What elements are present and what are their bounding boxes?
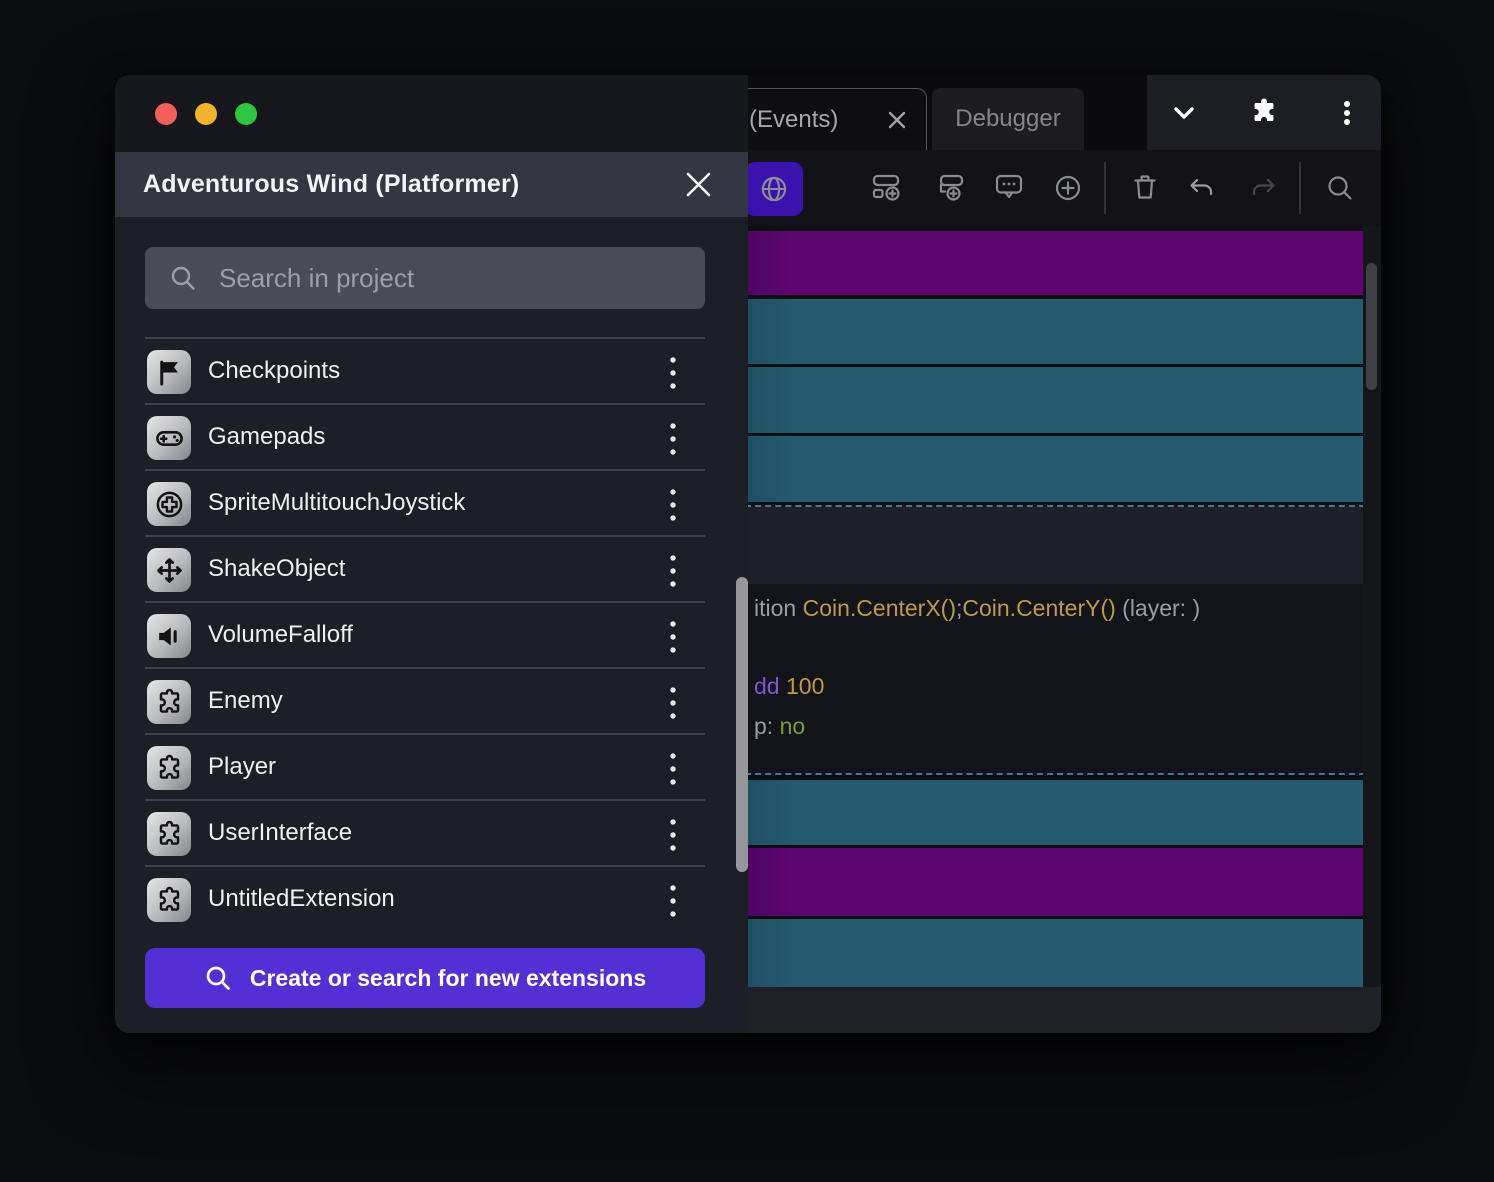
search-input[interactable]: Search in project	[145, 247, 705, 309]
project-item-shakeobject[interactable]: ShakeObject	[145, 535, 705, 601]
events-scrollbar[interactable]	[1363, 226, 1381, 987]
tab-debugger[interactable]: Debugger	[932, 88, 1084, 150]
project-item-label: ShakeObject	[208, 555, 345, 583]
add-other-button[interactable]	[1051, 171, 1085, 205]
add-event-button[interactable]	[869, 171, 903, 205]
desktop-backdrop: (Events) Debugger	[0, 0, 1494, 1182]
project-item-label: Gamepads	[208, 423, 325, 451]
window-actions	[1147, 75, 1381, 150]
event-conditions-area[interactable]	[737, 507, 1363, 584]
project-item-gamepads[interactable]: Gamepads	[145, 403, 705, 469]
close-window-button[interactable]	[155, 103, 177, 125]
joystick-icon	[147, 482, 191, 526]
project-item-label: Player	[208, 753, 276, 781]
puzzle-icon	[147, 680, 191, 724]
project-item-player[interactable]: Player	[145, 733, 705, 799]
event-code-line: ition Coin.CenterX();Coin.CenterY() (lay…	[754, 595, 1200, 622]
search-placeholder: Search in project	[219, 263, 414, 294]
event-row-purple[interactable]	[735, 848, 1363, 916]
minimize-window-button[interactable]	[195, 103, 217, 125]
events-sheet-footer	[675, 987, 1381, 1033]
move-arrows-icon	[147, 548, 191, 592]
event-row-teal[interactable]	[735, 299, 1363, 364]
create-extension-label: Create or search for new extensions	[250, 965, 646, 992]
tab-debugger-label: Debugger	[955, 105, 1060, 133]
redo-button[interactable]	[1245, 171, 1279, 205]
event-row-selected[interactable]: ition Coin.CenterX();Coin.CenterY() (lay…	[735, 505, 1365, 775]
panel-header: Adventurous Wind (Platformer)	[115, 152, 748, 217]
item-menu-kebab-icon[interactable]	[663, 816, 683, 854]
toolbar-divider	[1104, 162, 1106, 214]
project-item-label: UserInterface	[208, 819, 352, 847]
puzzle-icon[interactable]	[1247, 96, 1281, 130]
project-items-list: Checkpoints Gamepads SpriteMultitouchJoyst…	[145, 337, 705, 931]
puzzle-icon	[147, 746, 191, 790]
add-comment-button[interactable]	[992, 171, 1026, 205]
gamepad-icon	[147, 416, 191, 460]
item-menu-kebab-icon[interactable]	[663, 882, 683, 920]
puzzle-icon	[147, 812, 191, 856]
tab-events-label: (Events)	[749, 106, 838, 134]
event-row-purple[interactable]	[735, 231, 1363, 295]
undo-button[interactable]	[1186, 171, 1220, 205]
event-row-teal[interactable]	[735, 919, 1363, 987]
item-menu-kebab-icon[interactable]	[663, 750, 683, 788]
delete-button[interactable]	[1128, 171, 1162, 205]
project-item-checkpoints[interactable]: Checkpoints	[145, 337, 705, 403]
item-menu-kebab-icon[interactable]	[663, 354, 683, 392]
toolbar-divider	[1299, 162, 1301, 214]
event-row-teal[interactable]	[735, 780, 1363, 845]
item-menu-kebab-icon[interactable]	[663, 486, 683, 524]
project-item-label: Checkpoints	[208, 357, 340, 385]
add-subevent-button[interactable]	[933, 171, 967, 205]
flag-icon	[147, 350, 191, 394]
tab-close-icon[interactable]	[884, 107, 910, 133]
item-menu-kebab-icon[interactable]	[663, 684, 683, 722]
item-menu-kebab-icon[interactable]	[663, 552, 683, 590]
project-item-volumefalloff[interactable]: VolumeFalloff	[145, 601, 705, 667]
event-row-teal[interactable]	[735, 436, 1363, 502]
project-item-userinterface[interactable]: UserInterface	[145, 799, 705, 865]
event-row-teal[interactable]	[735, 367, 1363, 433]
panel-title: Adventurous Wind (Platformer)	[143, 170, 519, 199]
item-menu-kebab-icon[interactable]	[663, 618, 683, 656]
project-item-label: Enemy	[208, 687, 283, 715]
speaker-icon	[147, 614, 191, 658]
search-button[interactable]	[1323, 171, 1357, 205]
project-item-label: UntitledExtension	[208, 885, 395, 913]
events-scrollbar-thumb[interactable]	[1366, 263, 1377, 390]
project-item-spritemultitouchjoystick[interactable]: SpriteMultitouchJoystick	[145, 469, 705, 535]
kebab-menu-icon[interactable]	[1330, 96, 1364, 130]
global-events-button[interactable]	[745, 162, 803, 216]
close-icon[interactable]	[685, 171, 712, 198]
create-extension-button[interactable]: Create or search for new extensions	[145, 948, 705, 1008]
project-item-untitledextension[interactable]: UntitledExtension	[145, 865, 705, 931]
item-menu-kebab-icon[interactable]	[663, 420, 683, 458]
project-item-enemy[interactable]: Enemy	[145, 667, 705, 733]
chevron-down-icon[interactable]	[1167, 96, 1201, 130]
project-item-label: SpriteMultitouchJoystick	[208, 489, 465, 517]
project-manager-panel: Adventurous Wind (Platformer) Search in …	[115, 75, 748, 1033]
gdevelop-window: (Events) Debugger	[115, 75, 1381, 1033]
window-titlebar[interactable]	[115, 75, 748, 152]
puzzle-icon	[147, 878, 191, 922]
panel-scrollbar-thumb[interactable]	[736, 577, 748, 872]
event-code-line: dd 100	[754, 673, 824, 700]
project-item-label: VolumeFalloff	[208, 621, 353, 649]
zoom-window-button[interactable]	[235, 103, 257, 125]
event-code-line: p: no	[754, 713, 805, 740]
search-icon	[169, 264, 197, 292]
